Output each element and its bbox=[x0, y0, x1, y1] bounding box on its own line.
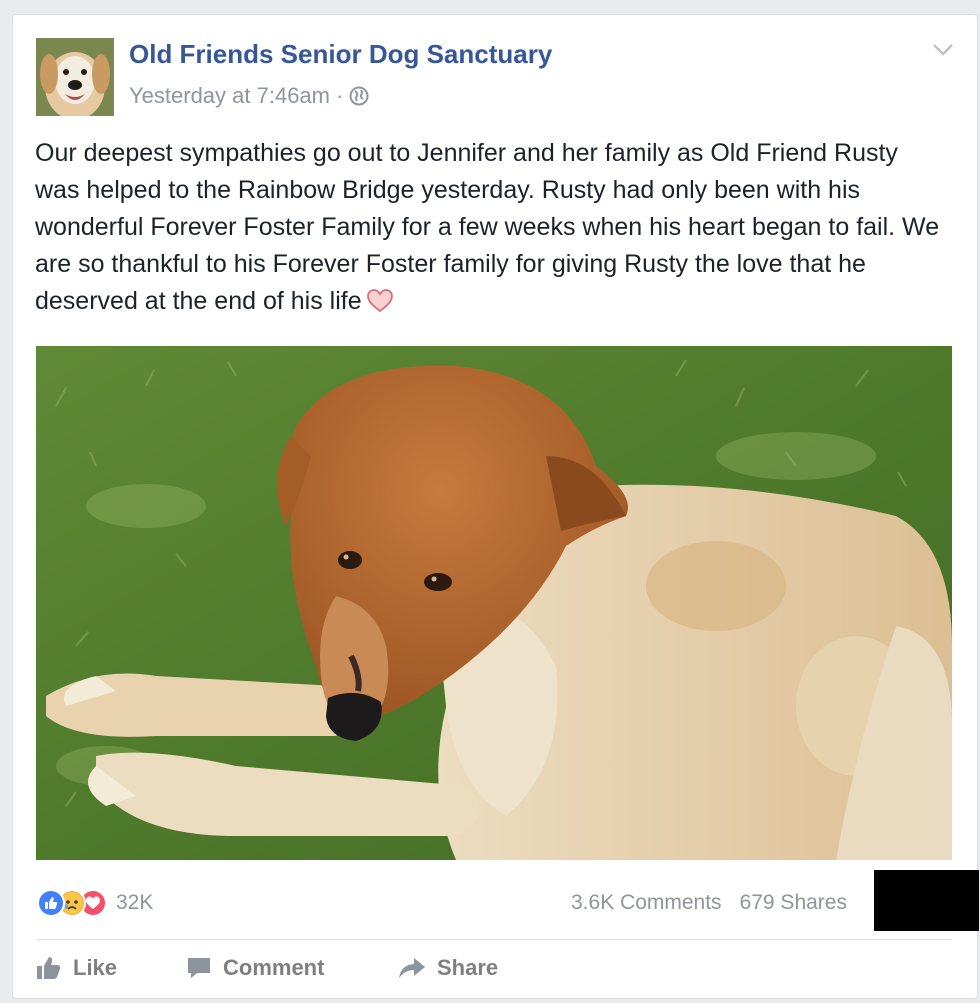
page-name-link[interactable]: Old Friends Senior Dog Sanctuary bbox=[129, 39, 552, 70]
post-text-content: Our deepest sympathies go out to Jennife… bbox=[35, 139, 940, 315]
redaction-box bbox=[874, 870, 979, 931]
like-label: Like bbox=[73, 955, 118, 980]
post-card: Old Friends Senior Dog Sanctuary Yesterd… bbox=[12, 14, 979, 999]
meta-separator: · bbox=[336, 83, 344, 108]
post-meta: Yesterday at 7:46am · bbox=[129, 83, 369, 109]
comment-icon bbox=[188, 958, 210, 978]
share-label: Share bbox=[437, 955, 499, 980]
heart-icon bbox=[366, 288, 394, 314]
engagement-stats: 3.6K Comments 679 Shares bbox=[571, 891, 847, 915]
reaction-count[interactable]: 32K bbox=[116, 891, 153, 915]
avatar[interactable] bbox=[36, 38, 114, 116]
share-button[interactable]: Share bbox=[397, 955, 498, 981]
divider bbox=[36, 939, 952, 940]
share-icon bbox=[399, 958, 425, 978]
post-text: Our deepest sympathies go out to Jennife… bbox=[35, 135, 940, 320]
like-button[interactable]: Like bbox=[35, 955, 185, 981]
comment-label: Comment bbox=[223, 955, 325, 980]
chevron-down-icon[interactable] bbox=[931, 41, 955, 59]
reaction-summary[interactable]: 32K bbox=[37, 889, 153, 917]
action-bar: Like Comment Share bbox=[35, 955, 498, 981]
like-icon bbox=[37, 889, 65, 917]
comment-button[interactable]: Comment bbox=[185, 955, 397, 981]
shares-count[interactable]: 679 Shares bbox=[740, 891, 847, 914]
post-timestamp[interactable]: Yesterday at 7:46am bbox=[129, 83, 330, 109]
thumbs-up-icon bbox=[37, 957, 61, 979]
post-photo[interactable] bbox=[36, 346, 952, 860]
comments-count[interactable]: 3.6K Comments bbox=[571, 891, 722, 914]
globe-icon[interactable] bbox=[349, 86, 369, 106]
